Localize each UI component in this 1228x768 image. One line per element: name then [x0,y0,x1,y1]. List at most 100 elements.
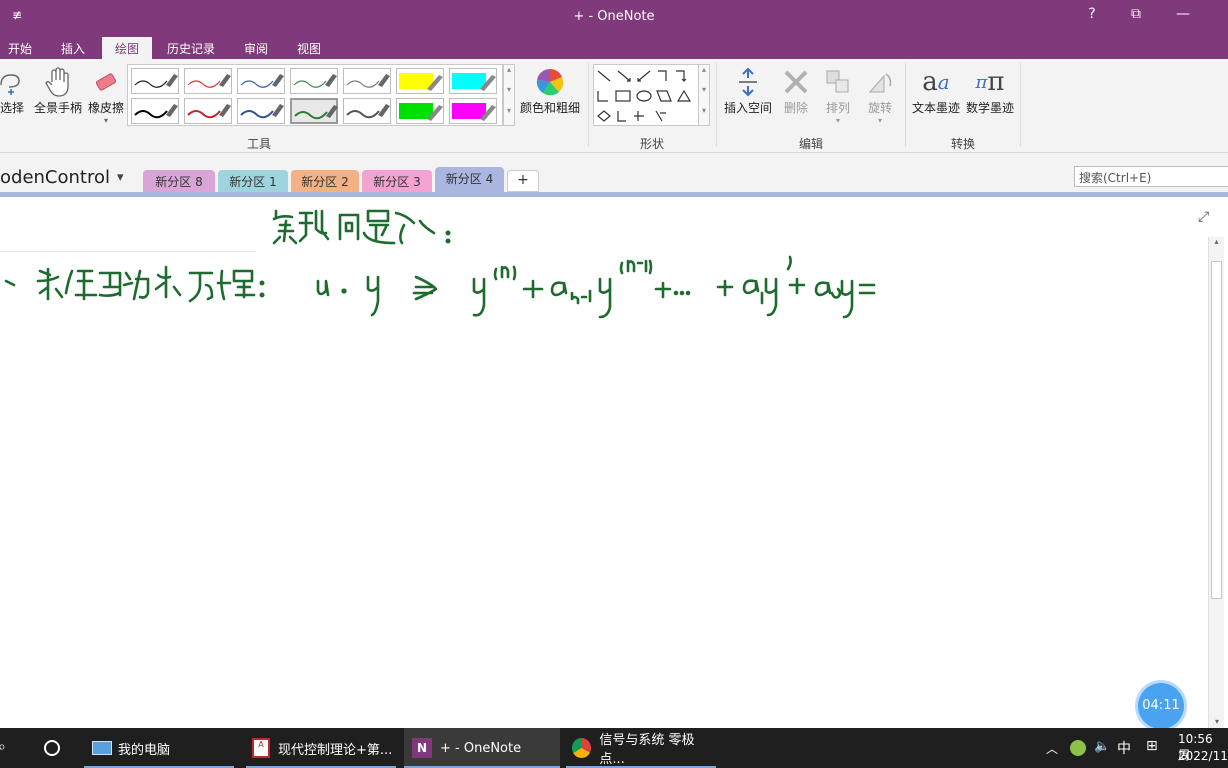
ribbon-tabs: 开始 插入 绘图 历史记录 审阅 视图 [0,34,1228,59]
pen-swatch[interactable] [396,98,444,124]
tab-history[interactable]: 历史记录 [160,37,222,59]
keyboard-grid-icon[interactable]: ⊞ [1146,738,1158,754]
lasso-select-button[interactable]: 选择 [0,65,30,116]
eraser-label: 橡皮擦 [87,101,124,115]
rotate-button[interactable]: 旋转 ▾ [860,65,900,125]
ink-to-math-label: 数学墨迹 [965,101,1014,115]
pdf-icon: A [252,738,270,758]
color-thickness-button[interactable]: 颜色和粗细 [518,65,582,116]
timer-badge[interactable]: 04:11 [1138,683,1184,729]
section-tab[interactable]: 新分区 2 [291,170,359,192]
shapes-scroll[interactable]: ▴ ▾ ▾ [698,64,710,126]
taskbar-item-label: + - OneNote [440,740,522,756]
ink-to-text-icon: aa [922,67,950,97]
ime-indicator[interactable]: 中 [1117,738,1131,758]
pen-swatch[interactable] [343,68,391,94]
edit-group-label: 编辑 [798,137,823,151]
scroll-thumb[interactable] [1211,261,1222,599]
handwritten-ink [4,209,876,319]
ink-to-text-button[interactable]: aa 文本墨迹 [910,65,962,116]
tab-draw[interactable]: 绘图 [102,37,152,59]
chevron-down-icon[interactable]: ▾ [504,75,514,105]
scroll-down-icon[interactable]: ▾ [1209,717,1225,726]
lasso-icon [0,65,30,99]
note-page[interactable]: ⤢ [0,197,1209,728]
group-separator [716,63,717,147]
section-tab[interactable]: 新分区 3 [362,170,432,192]
restore-button[interactable]: ⧉ [1121,6,1151,22]
clock-date[interactable]: 2022/11/ [1178,749,1228,763]
ink-to-math-icon: ππ [975,67,1005,97]
color-thickness-label: 颜色和粗细 [519,101,580,115]
pen-swatch[interactable] [449,68,497,94]
taskbar-item-label: 信号与系统 零极点... [599,733,695,767]
tray-expand-icon[interactable]: ︿ [1046,740,1058,757]
gallery-more-icon[interactable]: ▾ [504,105,514,117]
eraser-button[interactable]: 橡皮擦 ▾ [86,65,126,125]
search-icon[interactable]: ⌕ [0,739,6,755]
page-scrollbar[interactable]: ▴ ▾ [1208,237,1224,728]
tray-app-icon[interactable] [1070,740,1086,756]
pen-swatch[interactable] [184,68,232,94]
rotate-dropdown-icon: ▾ [877,116,882,125]
color-wheel-icon [518,65,582,99]
pen-gallery-scroll[interactable]: ▴ ▾ ▾ [503,64,515,126]
notebook-name[interactable]: odenControl [0,167,110,188]
cortana-icon[interactable] [44,740,60,756]
scroll-up-icon[interactable]: ▴ [1209,237,1224,246]
chevron-down-icon[interactable]: ▾ [699,75,709,105]
chevron-up-icon[interactable]: ▴ [699,65,709,75]
tab-review[interactable]: 审阅 [236,37,276,59]
search-input[interactable]: 搜索(Ctrl+E) [1074,166,1228,187]
pen-swatch[interactable] [131,68,179,94]
pen-swatch[interactable] [343,98,391,124]
tab-view[interactable]: 视图 [288,37,330,59]
tools-group-label: 工具 [246,137,271,151]
group-separator [905,63,906,147]
add-section-button[interactable]: + [507,170,539,192]
insert-space-button[interactable]: 插入空间 [720,65,776,116]
ink-to-text-label: 文本墨迹 [911,101,960,115]
taskbar-item-onenote[interactable]: N + - OneNote [404,728,560,768]
tab-insert[interactable]: 插入 [52,37,94,59]
chevron-up-icon[interactable]: ▴ [504,65,514,75]
insert-space-icon [720,65,776,99]
section-tab[interactable]: 新分区 8 [143,170,215,192]
section-tab[interactable]: 新分区 1 [218,170,288,192]
pen-swatch[interactable] [290,68,338,94]
delete-button[interactable]: 删除 [778,65,814,116]
panning-hand-button[interactable]: 全景手柄 [32,65,84,116]
convert-group-label: 转换 [950,137,975,151]
pen-swatch[interactable] [449,98,497,124]
pen-swatch[interactable] [290,98,338,124]
pen-swatch[interactable] [184,98,232,124]
help-button[interactable]: ? [1077,6,1107,22]
computer-icon [92,741,112,755]
title-bar: ≢ + - OneNote ? ⧉ — [0,0,1228,34]
taskbar-item-label: 现代控制理论+第... [278,742,393,758]
notebook-bar: odenControl ▾ 新分区 8 新分区 1 新分区 2 新分区 3 新分… [0,153,1228,193]
rotate-label: 旋转 [867,101,892,115]
ink-to-math-button[interactable]: ππ 数学墨迹 [964,65,1016,116]
arrange-button[interactable]: 排列 ▾ [818,65,858,125]
pen-swatch[interactable] [237,98,285,124]
shapes-gallery[interactable] [593,64,699,126]
shapes-group-label: 形状 [639,137,664,151]
section-tab-active[interactable]: 新分区 4 [435,167,504,193]
delete-label: 删除 [783,101,808,115]
pen-swatch[interactable] [396,68,444,94]
volume-icon[interactable]: 🔈 [1094,739,1110,754]
pen-swatch[interactable] [237,68,285,94]
hand-icon [32,65,84,99]
pen-gallery [127,64,503,126]
gallery-more-icon[interactable]: ▾ [699,105,709,117]
taskbar-item-chrome[interactable]: 信号与系统 零极点... [566,728,716,768]
rotate-icon [860,65,900,99]
tab-home[interactable]: 开始 [0,37,40,59]
taskbar-item-pdf[interactable]: A 现代控制理论+第... [246,728,396,768]
minimize-button[interactable]: — [1168,6,1198,22]
notebook-dropdown-icon[interactable]: ▾ [117,170,124,185]
taskbar-item-my-computer[interactable]: 我的电脑 [84,728,234,768]
pen-swatch[interactable] [131,98,179,124]
group-separator [588,63,589,147]
